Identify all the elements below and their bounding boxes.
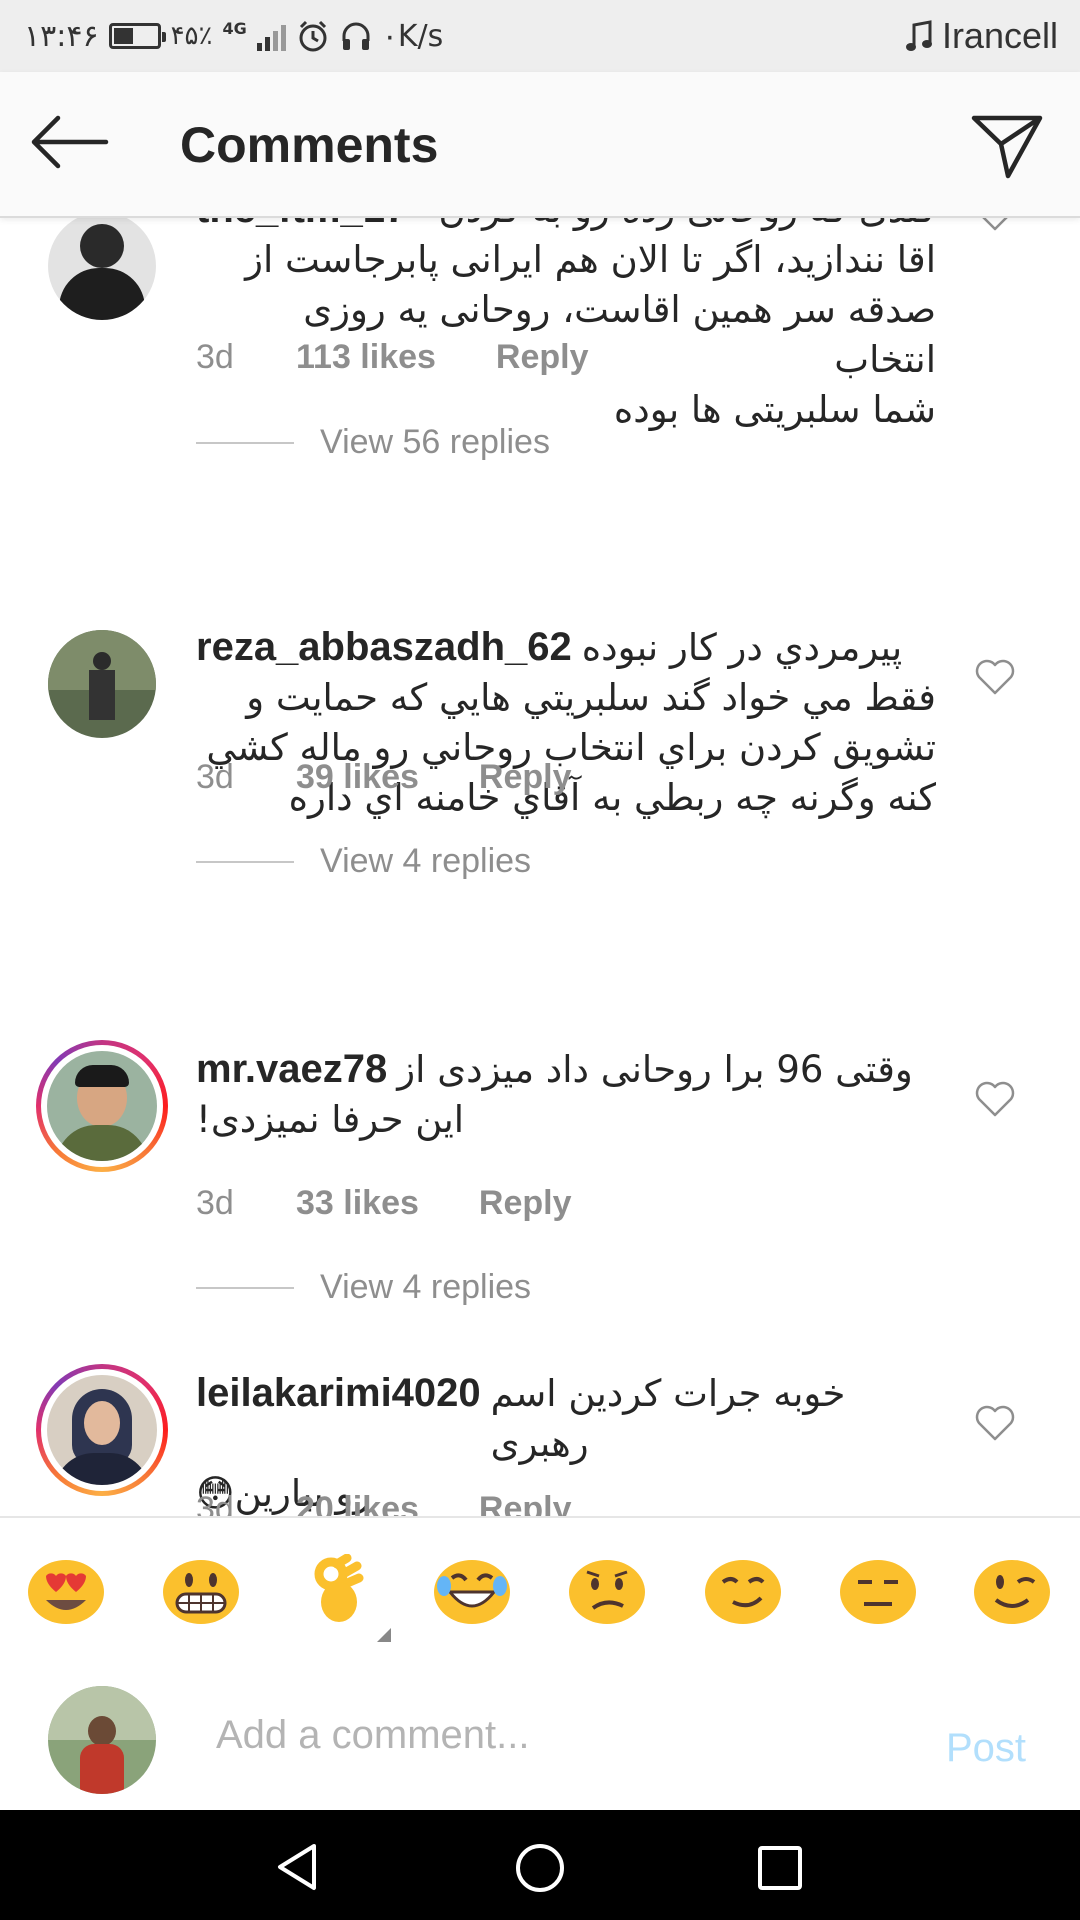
comment-meta: 3d 39 likes Reply [196,758,571,797]
nav-back-icon[interactable] [274,1842,324,1892]
comment-text: mr.vaez78 وقتی 96 برا روحانی داد میزدی ا… [196,1044,936,1145]
nav-recents-icon[interactable] [756,1844,804,1892]
comment-text: the_ftm_17 کندی که روحانی زده رو به کردن… [196,218,936,435]
network-type: 4G [222,18,247,38]
avatar [47,1051,157,1161]
back-arrow-icon[interactable] [28,110,112,174]
comment-line: وقتی 96 برا روحانی داد میزدی از [397,1048,913,1091]
carrier-name: Irancell [941,15,1058,56]
heart-icon[interactable] [974,218,1016,232]
avatar[interactable] [48,218,156,320]
nav-home-icon[interactable] [514,1842,566,1894]
comment-likes[interactable]: 113 likes [296,338,436,377]
comment-username[interactable]: reza_abbaszadh_62 [196,622,572,672]
avatar [47,1375,157,1485]
comment-time: 3d [196,338,234,376]
story-ring[interactable] [36,1040,168,1172]
comment-likes[interactable]: 39 likes [296,758,419,797]
grinning-emoji[interactable] [161,1554,241,1626]
ok-hand-emoji[interactable] [297,1554,377,1626]
header: Comments [0,72,1080,218]
comment-likes[interactable]: 20 likes [296,1490,419,1516]
smirk-emoji[interactable] [703,1554,783,1626]
comment-time: 3d [196,1490,234,1516]
laughing-tears-emoji[interactable] [432,1554,512,1626]
avatar[interactable] [48,630,156,738]
status-time: ۱۳:۴۶ [24,18,99,54]
view-replies-label: View 4 replies [320,842,532,880]
comments-list[interactable]: the_ftm_17 کندی که روحانی زده رو به کردن… [0,218,1080,1516]
heart-icon[interactable] [974,1404,1016,1442]
comment-input[interactable] [216,1702,916,1768]
comment-meta: 3d 33 likes Reply [196,1184,571,1223]
comment-meta: 3d 113 likes Reply [196,338,589,377]
reply-button[interactable]: Reply [479,1490,572,1516]
own-avatar [48,1686,156,1794]
view-replies-button[interactable]: View 4 replies [196,1268,531,1307]
post-button[interactable]: Post [946,1726,1026,1771]
system-nav-bar [0,1810,1080,1920]
add-comment-bar: Post [0,1662,1080,1810]
confused-emoji[interactable] [567,1554,647,1626]
battery-percent: ۴۵٪ [170,21,213,51]
emoji-bar [0,1516,1080,1664]
music-note-icon [905,20,932,51]
battery-icon [108,23,166,49]
network-speed: ۰K/s [381,18,444,54]
view-replies-button[interactable]: View 4 replies [196,842,531,881]
page-title: Comments [180,117,439,173]
divider [196,1286,294,1289]
heart-icon[interactable] [974,1080,1016,1118]
comment-line: این حرفا نمیزدی! [196,1098,465,1141]
comment-line: فقط مي خواد گند سلبريتي هايي که حمايت و [246,676,936,719]
heart-eyes-emoji[interactable] [26,1554,106,1626]
comment-line: خوبه جرات کردین اسم رهبری [490,1372,846,1465]
view-replies-button[interactable]: View 56 replies [196,423,550,462]
comment-username[interactable]: leilakarimi4020 [196,1368,481,1418]
reply-button[interactable]: Reply [479,758,572,797]
comment-line: اقا نندازید، اگر تا الان هم ایرانی پابرج… [245,238,936,281]
divider [196,860,294,863]
comment-username[interactable]: mr.vaez78 [196,1044,387,1094]
status-bar: ۱۳:۴۶ ۴۵٪ 4G ۰K/s Irancell [0,0,1080,72]
view-replies-label: View 56 replies [320,423,550,461]
expressionless-emoji[interactable] [838,1554,918,1626]
comment-time: 3d [196,1184,234,1222]
signal-icon [256,21,286,51]
comment-username[interactable]: the_ftm_17 [196,218,407,234]
comment-time: 3d [196,758,234,796]
story-ring[interactable] [36,1364,168,1496]
direct-share-icon[interactable] [968,108,1046,182]
comment-line: کندی که روحانی زده رو به کردن [439,218,936,235]
status-left: ۱۳:۴۶ ۴۵٪ 4G ۰K/s [24,14,443,58]
heart-icon[interactable] [974,658,1016,696]
view-replies-label: View 4 replies [320,1268,532,1306]
comment-likes[interactable]: 33 likes [296,1184,419,1223]
reply-button[interactable]: Reply [479,1184,572,1223]
reply-button[interactable]: Reply [496,338,589,377]
comment-meta: 3d 20 likes Reply [196,1490,571,1516]
status-right: Irancell [904,14,1058,58]
comment-line: پيرمردي در کار نبوده [581,626,903,669]
alarm-icon [299,20,327,52]
wink-emoji[interactable] [972,1554,1052,1626]
headphones-icon [342,22,370,50]
emoji-variant-indicator [377,1628,391,1642]
divider [196,441,294,444]
